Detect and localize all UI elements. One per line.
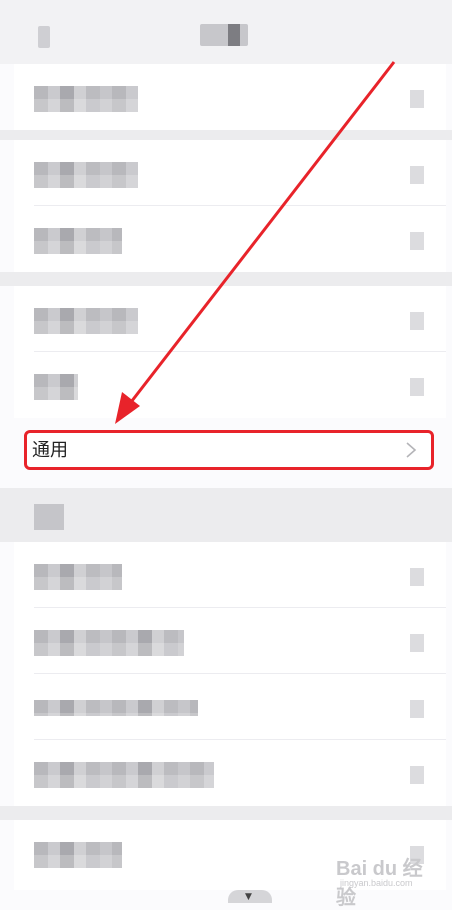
watermark: Bai du 经验 jingyan.baidu.com [336,852,442,909]
scroll-down-handle[interactable]: ▼ [228,890,272,903]
annotation-arrow [115,61,396,424]
watermark-url: jingyan.baidu.com [340,878,413,888]
caret-down-icon: ▼ [245,892,252,902]
